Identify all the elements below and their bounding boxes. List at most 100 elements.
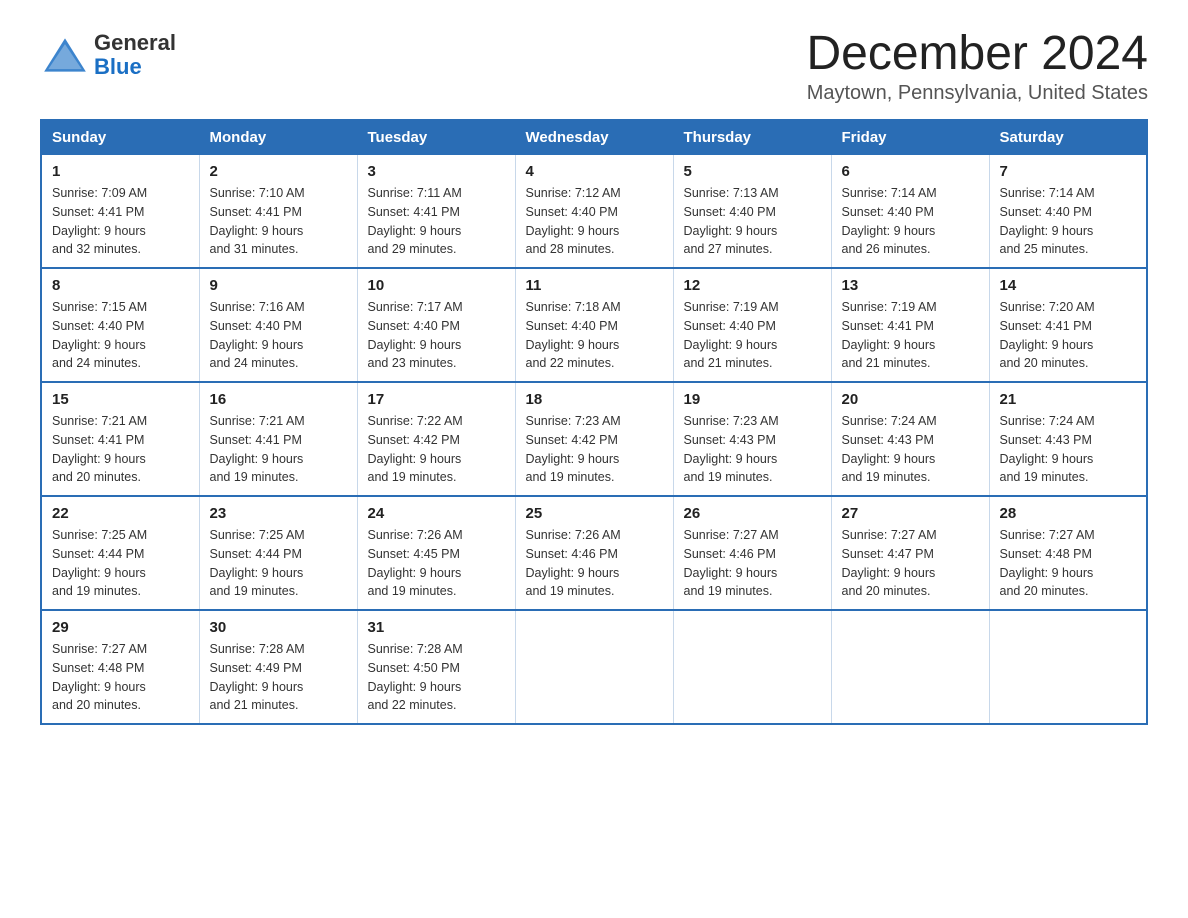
sunrise-label: Sunrise: 7:22 AM <box>368 414 463 428</box>
sunset-label: Sunset: 4:40 PM <box>526 319 618 333</box>
sunrise-label: Sunrise: 7:11 AM <box>368 186 462 200</box>
daylight-minutes: and 24 minutes. <box>210 356 299 370</box>
calendar-cell: 8 Sunrise: 7:15 AM Sunset: 4:40 PM Dayli… <box>41 268 199 382</box>
calendar-cell: 17 Sunrise: 7:22 AM Sunset: 4:42 PM Dayl… <box>357 382 515 496</box>
daylight-label: Daylight: 9 hours <box>52 566 146 580</box>
daylight-label: Daylight: 9 hours <box>52 680 146 694</box>
day-number: 4 <box>526 163 663 180</box>
sunrise-label: Sunrise: 7:12 AM <box>526 186 621 200</box>
day-number: 31 <box>368 619 505 636</box>
sunset-label: Sunset: 4:41 PM <box>1000 319 1092 333</box>
daylight-minutes: and 21 minutes. <box>842 356 931 370</box>
calendar-week-row: 22 Sunrise: 7:25 AM Sunset: 4:44 PM Dayl… <box>41 496 1147 610</box>
daylight-minutes: and 28 minutes. <box>526 242 615 256</box>
logo-text: General Blue <box>94 31 176 79</box>
daylight-label: Daylight: 9 hours <box>210 680 304 694</box>
sunset-label: Sunset: 4:41 PM <box>52 433 144 447</box>
day-info: Sunrise: 7:15 AM Sunset: 4:40 PM Dayligh… <box>52 298 189 373</box>
daylight-label: Daylight: 9 hours <box>210 224 304 238</box>
daylight-label: Daylight: 9 hours <box>842 338 936 352</box>
day-info: Sunrise: 7:14 AM Sunset: 4:40 PM Dayligh… <box>842 184 979 259</box>
calendar-week-row: 8 Sunrise: 7:15 AM Sunset: 4:40 PM Dayli… <box>41 268 1147 382</box>
daylight-minutes: and 19 minutes. <box>52 584 141 598</box>
day-number: 12 <box>684 277 821 294</box>
day-info: Sunrise: 7:28 AM Sunset: 4:50 PM Dayligh… <box>368 640 505 715</box>
calendar-cell: 2 Sunrise: 7:10 AM Sunset: 4:41 PM Dayli… <box>199 155 357 269</box>
sunset-label: Sunset: 4:41 PM <box>368 205 460 219</box>
day-info: Sunrise: 7:09 AM Sunset: 4:41 PM Dayligh… <box>52 184 189 259</box>
day-info: Sunrise: 7:25 AM Sunset: 4:44 PM Dayligh… <box>210 526 347 601</box>
day-number: 13 <box>842 277 979 294</box>
daylight-minutes: and 24 minutes. <box>52 356 141 370</box>
sunrise-label: Sunrise: 7:14 AM <box>1000 186 1095 200</box>
day-info: Sunrise: 7:21 AM Sunset: 4:41 PM Dayligh… <box>210 412 347 487</box>
sunrise-label: Sunrise: 7:18 AM <box>526 300 621 314</box>
daylight-label: Daylight: 9 hours <box>368 224 462 238</box>
daylight-minutes: and 21 minutes. <box>210 698 299 712</box>
day-info: Sunrise: 7:27 AM Sunset: 4:47 PM Dayligh… <box>842 526 979 601</box>
day-number: 25 <box>526 505 663 522</box>
calendar-cell: 29 Sunrise: 7:27 AM Sunset: 4:48 PM Dayl… <box>41 610 199 724</box>
sunset-label: Sunset: 4:44 PM <box>52 547 144 561</box>
day-number: 11 <box>526 277 663 294</box>
day-number: 26 <box>684 505 821 522</box>
sunset-label: Sunset: 4:42 PM <box>526 433 618 447</box>
calendar-cell: 21 Sunrise: 7:24 AM Sunset: 4:43 PM Dayl… <box>989 382 1147 496</box>
sunset-label: Sunset: 4:43 PM <box>842 433 934 447</box>
daylight-label: Daylight: 9 hours <box>52 224 146 238</box>
sunrise-label: Sunrise: 7:25 AM <box>52 528 147 542</box>
sunset-label: Sunset: 4:46 PM <box>684 547 776 561</box>
day-info: Sunrise: 7:27 AM Sunset: 4:48 PM Dayligh… <box>1000 526 1137 601</box>
day-info: Sunrise: 7:23 AM Sunset: 4:42 PM Dayligh… <box>526 412 663 487</box>
day-info: Sunrise: 7:19 AM Sunset: 4:41 PM Dayligh… <box>842 298 979 373</box>
calendar-cell: 27 Sunrise: 7:27 AM Sunset: 4:47 PM Dayl… <box>831 496 989 610</box>
daylight-minutes: and 19 minutes. <box>684 470 773 484</box>
daylight-label: Daylight: 9 hours <box>52 338 146 352</box>
calendar-cell <box>673 610 831 724</box>
sunset-label: Sunset: 4:40 PM <box>684 205 776 219</box>
sunset-label: Sunset: 4:43 PM <box>1000 433 1092 447</box>
logo-icon <box>40 30 90 80</box>
sunset-label: Sunset: 4:40 PM <box>842 205 934 219</box>
calendar-cell: 13 Sunrise: 7:19 AM Sunset: 4:41 PM Dayl… <box>831 268 989 382</box>
sunrise-label: Sunrise: 7:24 AM <box>842 414 937 428</box>
day-info: Sunrise: 7:21 AM Sunset: 4:41 PM Dayligh… <box>52 412 189 487</box>
sunrise-label: Sunrise: 7:28 AM <box>368 642 463 656</box>
sunrise-label: Sunrise: 7:15 AM <box>52 300 147 314</box>
daylight-minutes: and 19 minutes. <box>842 470 931 484</box>
calendar-cell: 23 Sunrise: 7:25 AM Sunset: 4:44 PM Dayl… <box>199 496 357 610</box>
day-info: Sunrise: 7:26 AM Sunset: 4:45 PM Dayligh… <box>368 526 505 601</box>
sunrise-label: Sunrise: 7:24 AM <box>1000 414 1095 428</box>
sunrise-label: Sunrise: 7:26 AM <box>526 528 621 542</box>
daylight-minutes: and 27 minutes. <box>684 242 773 256</box>
title-area: December 2024 Maytown, Pennsylvania, Uni… <box>806 30 1148 105</box>
day-number: 28 <box>1000 505 1137 522</box>
day-info: Sunrise: 7:22 AM Sunset: 4:42 PM Dayligh… <box>368 412 505 487</box>
daylight-minutes: and 19 minutes. <box>684 584 773 598</box>
daylight-label: Daylight: 9 hours <box>210 338 304 352</box>
sunset-label: Sunset: 4:40 PM <box>1000 205 1092 219</box>
day-number: 30 <box>210 619 347 636</box>
daylight-label: Daylight: 9 hours <box>368 338 462 352</box>
daylight-label: Daylight: 9 hours <box>526 224 620 238</box>
day-number: 10 <box>368 277 505 294</box>
day-number: 21 <box>1000 391 1137 408</box>
daylight-minutes: and 23 minutes. <box>368 356 457 370</box>
sunrise-label: Sunrise: 7:19 AM <box>684 300 779 314</box>
calendar-cell: 26 Sunrise: 7:27 AM Sunset: 4:46 PM Dayl… <box>673 496 831 610</box>
day-number: 18 <box>526 391 663 408</box>
day-info: Sunrise: 7:20 AM Sunset: 4:41 PM Dayligh… <box>1000 298 1137 373</box>
month-title: December 2024 <box>806 30 1148 78</box>
calendar-cell: 12 Sunrise: 7:19 AM Sunset: 4:40 PM Dayl… <box>673 268 831 382</box>
calendar-header-row: SundayMondayTuesdayWednesdayThursdayFrid… <box>41 120 1147 155</box>
sunset-label: Sunset: 4:41 PM <box>210 433 302 447</box>
day-number: 7 <box>1000 163 1137 180</box>
sunset-label: Sunset: 4:41 PM <box>842 319 934 333</box>
daylight-minutes: and 29 minutes. <box>368 242 457 256</box>
day-number: 9 <box>210 277 347 294</box>
sunset-label: Sunset: 4:41 PM <box>210 205 302 219</box>
sunrise-label: Sunrise: 7:28 AM <box>210 642 305 656</box>
sunset-label: Sunset: 4:40 PM <box>368 319 460 333</box>
calendar-cell: 9 Sunrise: 7:16 AM Sunset: 4:40 PM Dayli… <box>199 268 357 382</box>
daylight-minutes: and 25 minutes. <box>1000 242 1089 256</box>
